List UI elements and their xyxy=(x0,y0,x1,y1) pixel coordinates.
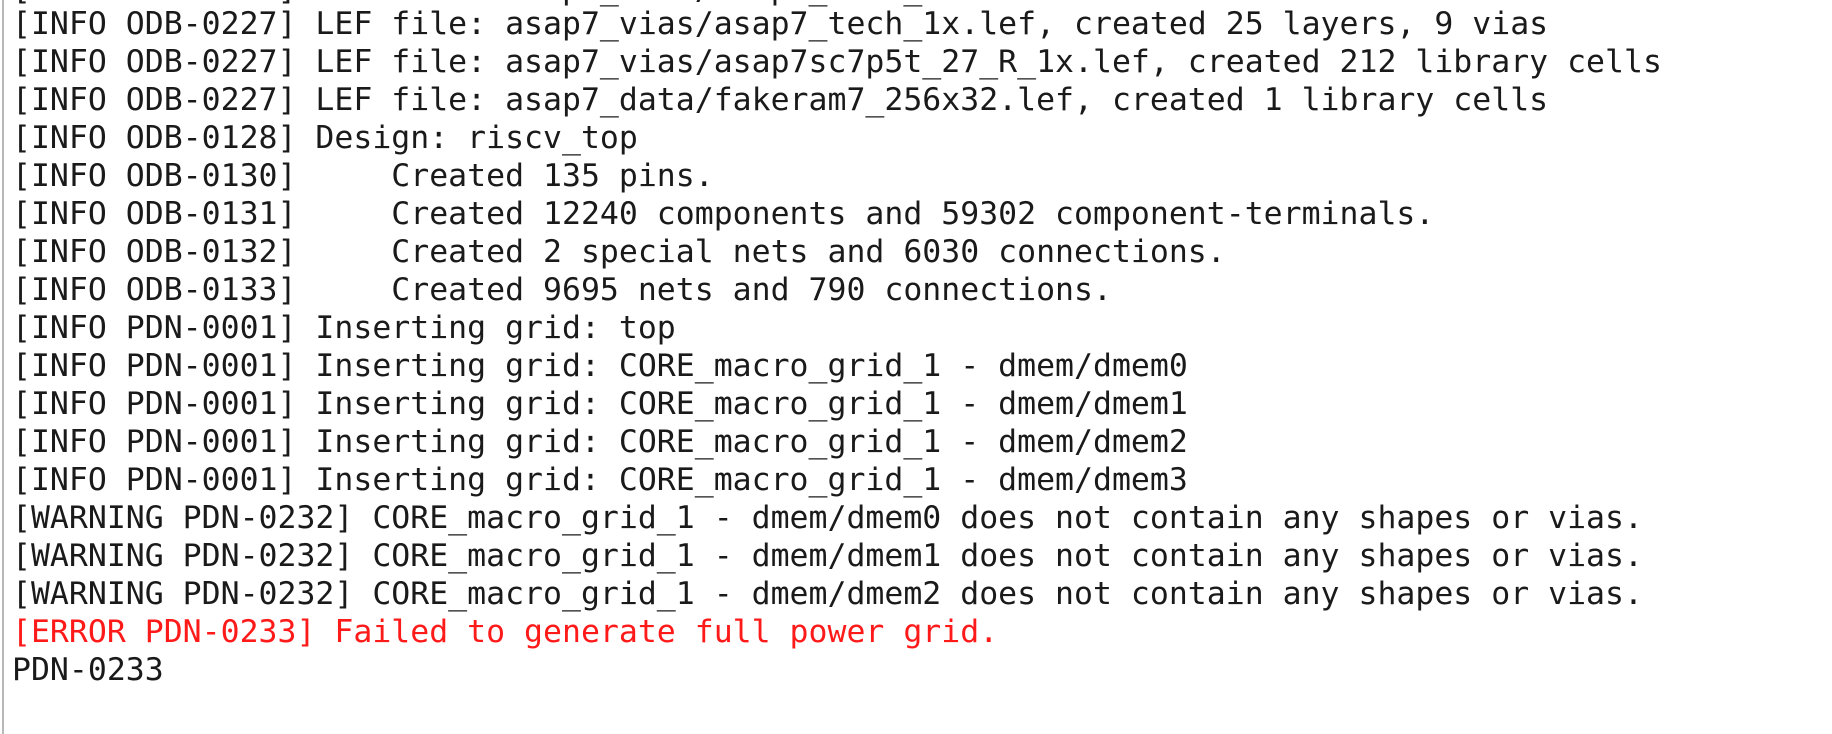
warning-log-line: [WARNING PDN-0232] CORE_macro_grid_1 - d… xyxy=(12,538,1643,574)
log-line: [INFO ODB-0133] Created 9695 nets and 79… xyxy=(12,272,1112,308)
log-line: [INFO ODB-0132] Created 2 special nets a… xyxy=(12,234,1226,270)
warning-log-line: [WARNING PDN-0232] CORE_macro_grid_1 - d… xyxy=(12,576,1643,612)
log-output: [INFO ODB-0227] LEF file: asap7_vias/asa… xyxy=(12,5,1832,689)
log-line: [INFO ODB-0227] LEF file: asap7_vias/asa… xyxy=(12,44,1662,80)
log-line: [INFO PDN-0001] Inserting grid: CORE_mac… xyxy=(12,424,1188,460)
warning-log-line: [WARNING PDN-0232] CORE_macro_grid_1 - d… xyxy=(12,500,1643,536)
log-line: [INFO PDN-0001] Inserting grid: top xyxy=(12,310,676,346)
log-line: [INFO PDN-0001] Inserting grid: CORE_mac… xyxy=(12,386,1188,422)
log-line: [INFO ODB-0131] Created 12240 components… xyxy=(12,196,1435,232)
error-code-line: PDN-0233 xyxy=(12,652,164,688)
log-line: [INFO ODB-0128] Design: riscv_top xyxy=(12,120,638,156)
window-left-border xyxy=(2,0,4,734)
log-line: [INFO ODB-0227] LEF file: asap7_data/fak… xyxy=(12,82,1549,118)
log-line: [INFO PDN-0001] Inserting grid: CORE_mac… xyxy=(12,348,1188,384)
terminal-output-window[interactable]: [INFO ODB-0227] LEF file: asap7_vias/asa… xyxy=(0,0,1832,734)
log-line: [INFO PDN-0001] Inserting grid: CORE_mac… xyxy=(12,462,1188,498)
log-line: [INFO ODB-0130] Created 135 pins. xyxy=(12,158,714,194)
log-line: [INFO ODB-0227] LEF file: asap7_vias/asa… xyxy=(12,6,1549,42)
error-log-line: [ERROR PDN-0233] Failed to generate full… xyxy=(12,614,999,650)
